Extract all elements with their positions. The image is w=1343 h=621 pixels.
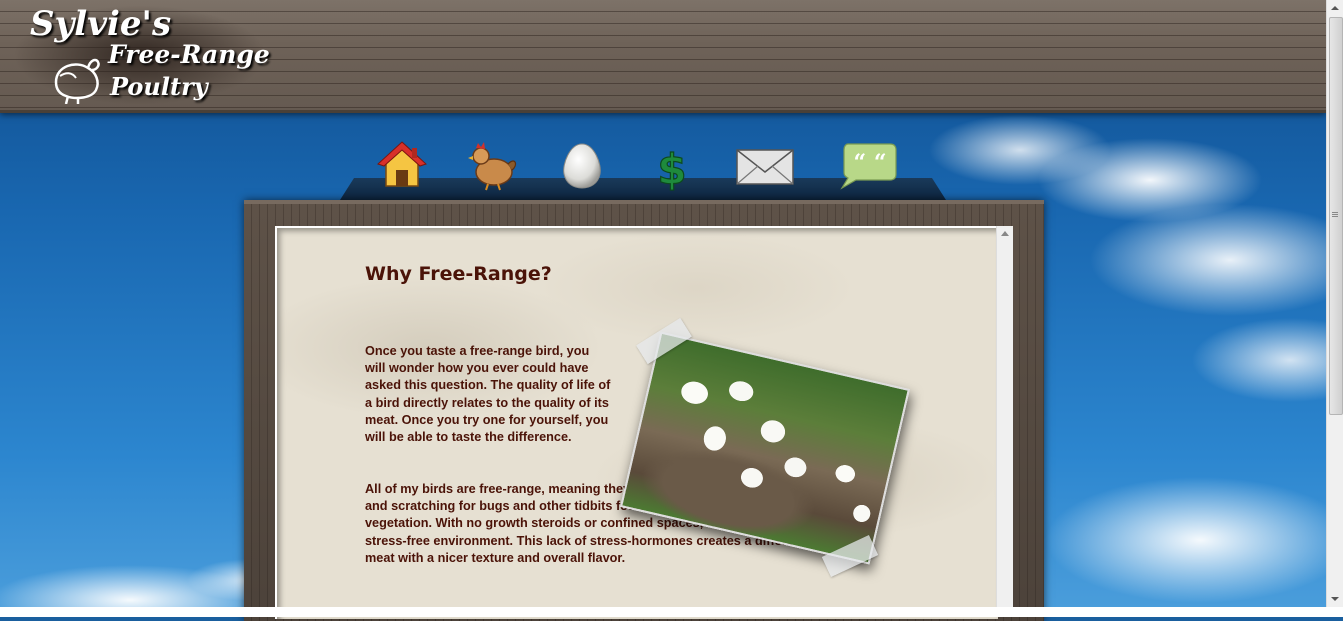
chicken-icon — [468, 142, 517, 191]
speech-bubble-icon: “ “ — [840, 143, 897, 190]
dollar-icon: $ — [657, 144, 687, 194]
svg-text:$: $ — [657, 145, 686, 194]
site-logo[interactable]: Sylvie's Free-Range Poultry — [0, 0, 275, 108]
nav-testimonials[interactable]: “ “ — [838, 138, 898, 194]
scroll-up-arrow-icon[interactable] — [1001, 231, 1009, 236]
window-bottom-edge — [0, 607, 1343, 617]
scroll-grip-icon — [1332, 212, 1338, 213]
content-scrollbar[interactable] — [996, 226, 1013, 617]
svg-text:“ “: “ “ — [854, 150, 887, 176]
window-scrollbar[interactable] — [1326, 0, 1343, 607]
nav-contact[interactable] — [734, 138, 796, 194]
scroll-up-icon[interactable] — [1331, 6, 1339, 10]
envelope-icon — [736, 149, 794, 185]
logo-line-2: Free-Range — [108, 40, 270, 69]
logo-line-3: Poultry — [110, 72, 208, 101]
nav-home[interactable] — [374, 138, 430, 194]
intro-paragraph: Once you taste a free-range bird, you wi… — [365, 344, 611, 445]
house-icon — [377, 141, 427, 187]
nav-pricing[interactable]: $ — [644, 138, 700, 194]
turkey-icon — [54, 58, 100, 104]
header-banner: Sylvie's Free-Range Poultry — [0, 0, 1326, 113]
nav-eggs[interactable] — [554, 138, 610, 194]
logo-line-1: Sylvie's — [30, 4, 172, 44]
egg-icon — [563, 143, 601, 189]
page-title: Why Free-Range? — [365, 263, 552, 285]
scrollbar-thumb[interactable] — [1329, 17, 1343, 415]
scroll-down-icon[interactable] — [1331, 597, 1339, 601]
nav-chickens[interactable] — [464, 138, 520, 194]
